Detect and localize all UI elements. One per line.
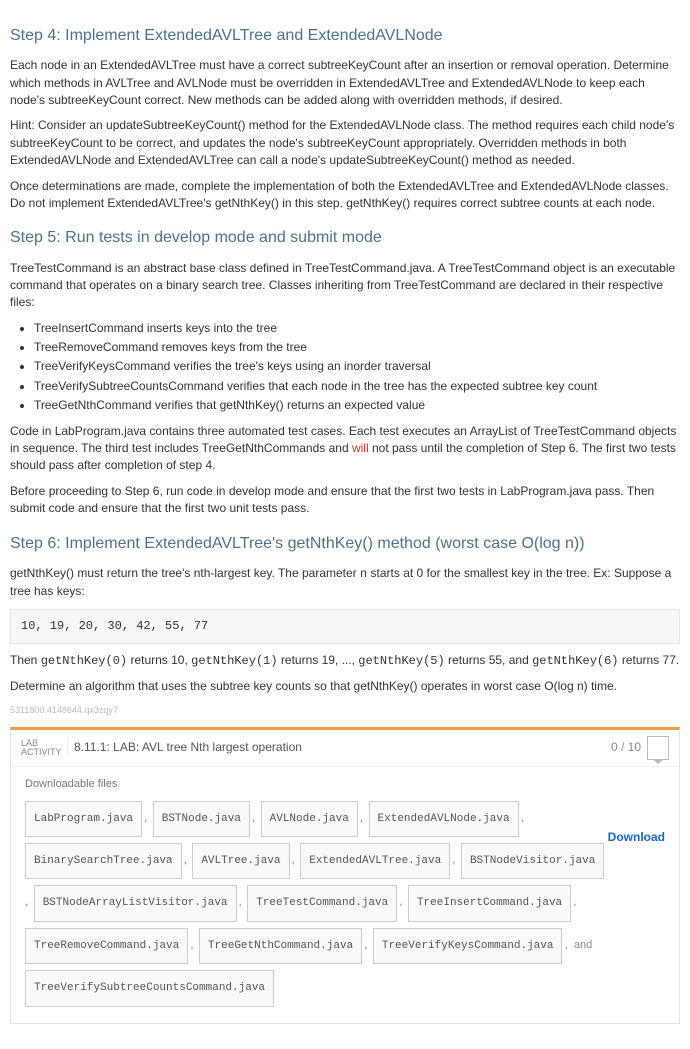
downloadable-files-label: Downloadable files xyxy=(25,777,665,793)
file-chip[interactable]: LabProgram.java xyxy=(25,801,142,837)
step5-p1: TreeTestCommand is an abstract base clas… xyxy=(10,260,680,312)
step4-heading: Step 4: Implement ExtendedAVLTree and Ex… xyxy=(10,24,680,47)
step6-heading: Step 6: Implement ExtendedAVLTree's getN… xyxy=(10,532,680,555)
separator-comma: , xyxy=(399,894,402,908)
separator-and: and xyxy=(574,939,592,951)
separator-comma: , xyxy=(190,937,193,951)
file-chip[interactable]: TreeVerifySubtreeCountsCommand.java xyxy=(25,970,274,1006)
text: returns 77. xyxy=(619,653,680,667)
step5-p3: Before proceeding to Step 6, run code in… xyxy=(10,483,680,518)
separator-comma: , xyxy=(292,852,295,866)
file-chip[interactable]: TreeRemoveCommand.java xyxy=(25,928,188,964)
text: returns 19, ..., xyxy=(278,653,359,667)
lab-header: LAB ACTIVITY 8.11.1: LAB: AVL tree Nth l… xyxy=(11,730,679,767)
file-chip[interactable]: TreeTestCommand.java xyxy=(247,885,397,921)
text: Then xyxy=(10,653,41,667)
separator-comma: , xyxy=(564,937,567,951)
step6-p3: Determine an algorithm that uses the sub… xyxy=(10,678,680,695)
list-item: TreeInsertCommand inserts keys into the … xyxy=(34,320,680,337)
step6-p2: Then getNthKey(0) returns 10, getNthKey(… xyxy=(10,652,680,670)
lab-label: LAB ACTIVITY xyxy=(21,739,63,757)
emphasis-will: will xyxy=(352,441,369,455)
separator-comma: , xyxy=(252,810,255,824)
file-chip[interactable]: TreeInsertCommand.java xyxy=(408,885,571,921)
file-chip[interactable]: BSTNode.java xyxy=(153,801,250,837)
list-item: TreeVerifyKeysCommand verifies the tree'… xyxy=(34,358,680,375)
step4-p2: Hint: Consider an updateSubtreeKeyCount(… xyxy=(10,117,680,169)
content-id: 5311800.4148644.qx3zqy7 xyxy=(10,704,680,717)
step6-p1: getNthKey() must return the tree's nth-l… xyxy=(10,565,680,601)
separator-comma: , xyxy=(25,894,28,908)
lab-score: 0 / 10 xyxy=(611,739,647,756)
score-shield-icon xyxy=(647,736,669,760)
lab-body: Downloadable files Download LabProgram.j… xyxy=(11,767,679,1013)
lab-title: 8.11.1: LAB: AVL tree Nth largest operat… xyxy=(67,739,611,756)
file-chip[interactable]: ExtendedAVLTree.java xyxy=(300,843,450,879)
text: returns 10, xyxy=(127,653,191,667)
list-item: TreeVerifySubtreeCountsCommand verifies … xyxy=(34,378,680,395)
lab-label-line2: ACTIVITY xyxy=(21,748,63,757)
separator-comma: , xyxy=(184,852,187,866)
separator-comma: , xyxy=(521,810,524,824)
separator-comma: , xyxy=(144,810,147,824)
file-chip[interactable]: BinarySearchTree.java xyxy=(25,843,182,879)
separator-comma: , xyxy=(452,852,455,866)
file-chip[interactable]: ExtendedAVLNode.java xyxy=(369,801,519,837)
text: getNthKey() must return the tree's nth-l… xyxy=(10,566,360,580)
separator-comma: , xyxy=(239,894,242,908)
text: returns 55, and xyxy=(445,653,532,667)
separator-comma: , xyxy=(573,894,576,908)
file-chip[interactable]: TreeGetNthCommand.java xyxy=(199,928,362,964)
list-item: TreeRemoveCommand removes keys from the … xyxy=(34,339,680,356)
file-chip[interactable]: AVLTree.java xyxy=(192,843,289,879)
file-list: LabProgram.java, BSTNode.java, AVLNode.j… xyxy=(25,801,665,1013)
download-button[interactable]: Download xyxy=(608,829,665,846)
separator-comma: , xyxy=(360,810,363,824)
step4-p1: Each node in an ExtendedAVLTree must hav… xyxy=(10,57,680,109)
file-chip[interactable]: TreeVerifyKeysCommand.java xyxy=(373,928,563,964)
step5-p2: Code in LabProgram.java contains three a… xyxy=(10,423,680,475)
file-chip[interactable]: AVLNode.java xyxy=(261,801,358,837)
file-chip[interactable]: BSTNodeArrayListVisitor.java xyxy=(34,885,237,921)
separator-comma: , xyxy=(364,937,367,951)
inline-code: getNthKey(0) xyxy=(41,654,127,668)
inline-code: getNthKey(1) xyxy=(191,654,277,668)
lab-activity-box: LAB ACTIVITY 8.11.1: LAB: AVL tree Nth l… xyxy=(10,727,680,1024)
step4-p3: Once determinations are made, complete t… xyxy=(10,178,680,213)
list-item: TreeGetNthCommand verifies that getNthKe… xyxy=(34,397,680,414)
step5-heading: Step 5: Run tests in develop mode and su… xyxy=(10,226,680,249)
step5-list: TreeInsertCommand inserts keys into the … xyxy=(34,320,680,415)
file-chip[interactable]: BSTNodeVisitor.java xyxy=(461,843,604,879)
inline-code: getNthKey(6) xyxy=(532,654,618,668)
code-block-keys: 10, 19, 20, 30, 42, 55, 77 xyxy=(10,609,680,644)
inline-code: getNthKey(5) xyxy=(358,654,444,668)
